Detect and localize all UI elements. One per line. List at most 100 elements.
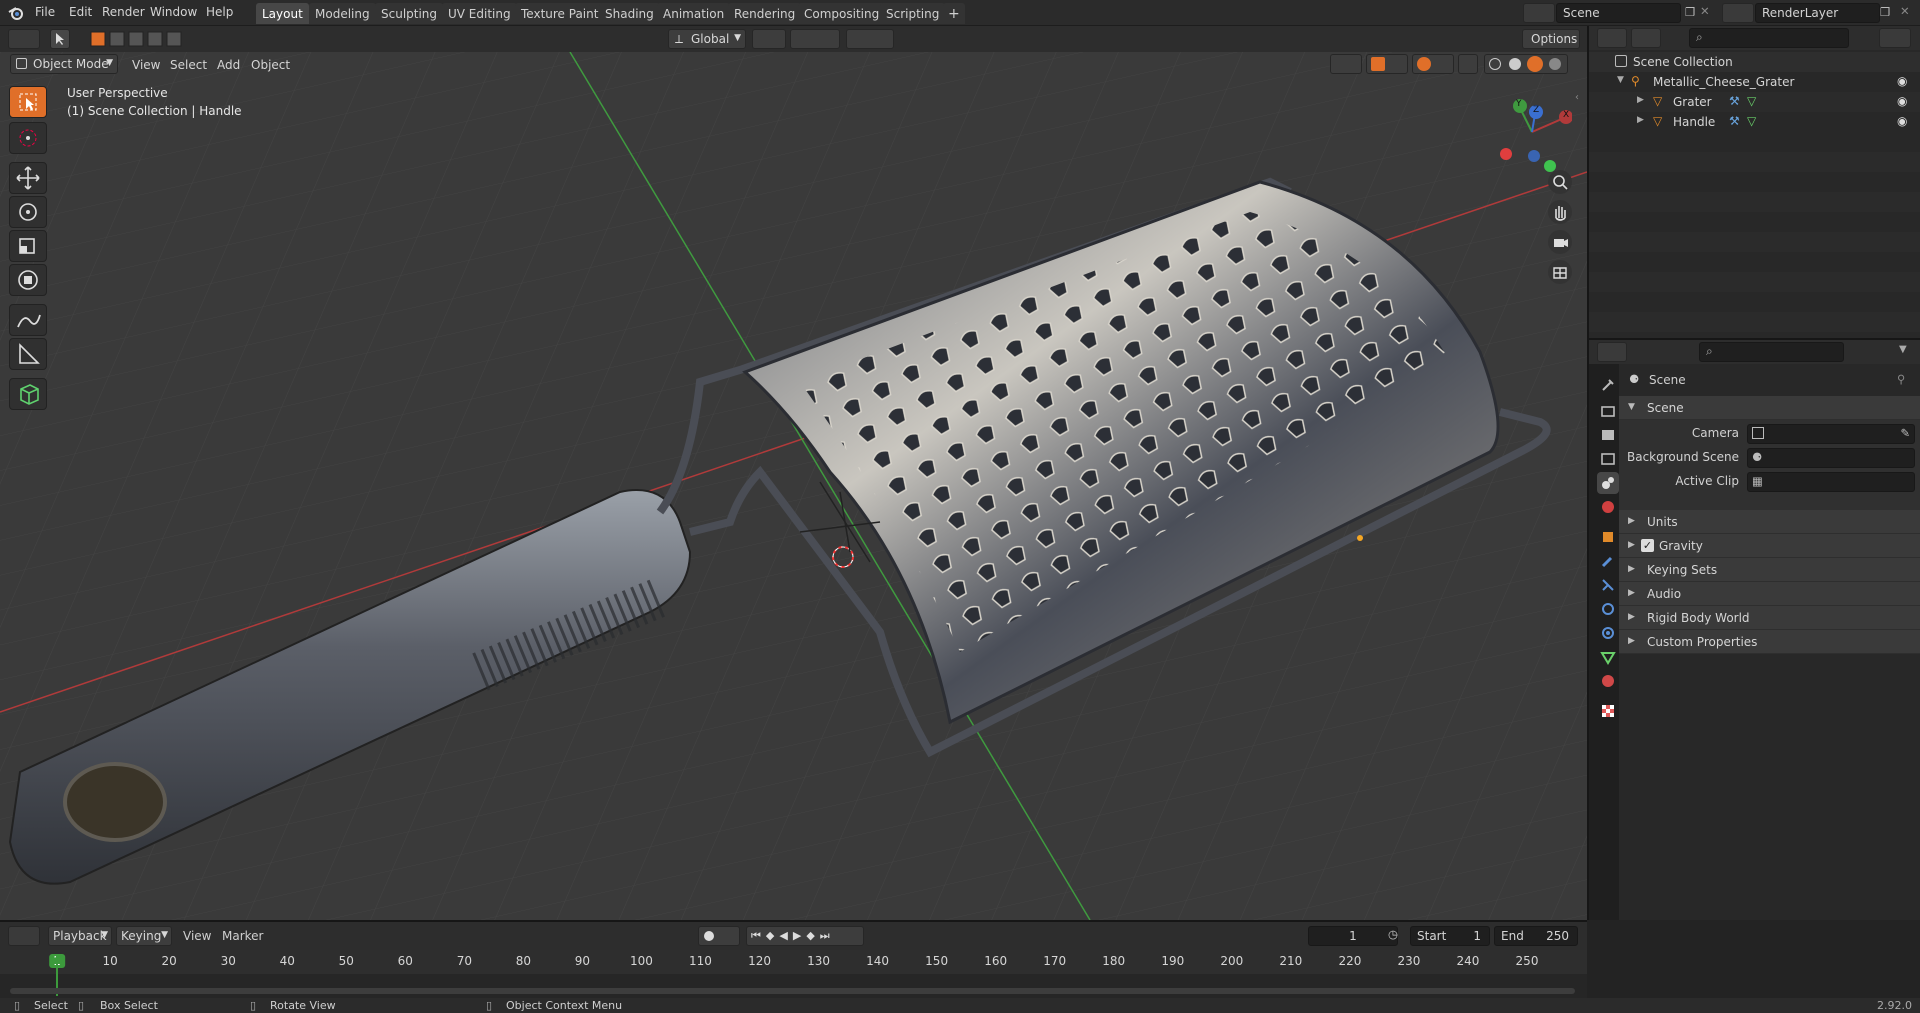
proportional-editing-button[interactable] [846, 29, 894, 49]
frame-ruler[interactable]: 1102030405060708090100110120130140150160… [0, 950, 1587, 974]
end-frame-field[interactable]: End 250 [1494, 926, 1578, 946]
solid-shading-icon[interactable] [1509, 58, 1521, 70]
move-tool[interactable] [9, 162, 47, 194]
pan-hand-icon[interactable] [1548, 200, 1572, 224]
expand-arrow-icon[interactable]: ▼ [1617, 75, 1624, 85]
tab-uv-editing[interactable]: UV Editing [442, 3, 517, 24]
properties-search-input[interactable]: ⌕ [1699, 342, 1844, 362]
shading-mode-buttons[interactable] [1484, 54, 1568, 74]
options-dropdown[interactable]: Options [1522, 29, 1580, 49]
visibility-dropdown[interactable] [1330, 54, 1362, 74]
keying-dropdown[interactable]: Keying ▼ [116, 926, 172, 946]
outliner-row-handle[interactable]: ▶ ▽ Handle ⚒ ▽ ◉ [1589, 112, 1920, 132]
tab-scripting[interactable]: Scripting [880, 3, 946, 24]
menu-window[interactable]: Window [150, 5, 197, 19]
xray-toggle[interactable] [1458, 54, 1478, 74]
add-workspace-button[interactable]: + [943, 3, 965, 24]
annotate-tool[interactable] [9, 304, 47, 336]
visibility-eye-icon[interactable]: ◉ [1897, 74, 1907, 88]
outliner-editor-type-icon[interactable] [1597, 28, 1627, 48]
scene-panel-header[interactable]: ▼ Scene [1619, 396, 1920, 420]
custom-properties-panel-header[interactable]: ▶ Custom Properties [1619, 630, 1920, 654]
new-view-layer-icon[interactable]: ❐ [1880, 5, 1890, 19]
visibility-eye-icon[interactable]: ◉ [1897, 114, 1907, 128]
object-mode-dropdown[interactable]: Object Mode ▼ [10, 54, 118, 74]
preview-range-icon[interactable]: ◷ [1388, 927, 1398, 941]
timeline-marker-menu[interactable]: Marker [222, 929, 263, 943]
select-box-tool[interactable] [9, 86, 47, 118]
menu-view[interactable]: View [132, 58, 160, 72]
physics-tab-icon[interactable] [1597, 598, 1619, 620]
menu-object[interactable]: Object [251, 58, 290, 72]
wireframe-shading-icon[interactable] [1489, 58, 1501, 70]
units-panel-header[interactable]: ▶ Units [1619, 510, 1920, 534]
next-keyframe-icon[interactable]: ◆ [806, 929, 819, 942]
scene-tab-icon[interactable] [1597, 472, 1619, 494]
play-icon[interactable]: ▶ [793, 929, 806, 942]
menu-help[interactable]: Help [206, 5, 233, 19]
gizmo-toggle[interactable] [1366, 54, 1408, 74]
active-clip-field[interactable]: ▦ [1747, 472, 1915, 492]
texture-tab-icon[interactable] [1597, 700, 1619, 722]
tab-layout[interactable]: Layout [256, 3, 309, 24]
tab-shading[interactable]: Shading [599, 3, 660, 24]
tool-tab-icon[interactable] [1597, 374, 1619, 396]
start-frame-field[interactable]: Start 1 [1410, 926, 1490, 946]
object-tab-icon[interactable] [1597, 526, 1619, 548]
record-button[interactable] [698, 926, 740, 946]
rigid-body-world-panel-header[interactable]: ▶ Rigid Body World [1619, 606, 1920, 630]
editor-type-icon[interactable] [8, 29, 40, 49]
properties-editor-type-icon[interactable] [1597, 342, 1627, 362]
zoom-icon[interactable] [1548, 170, 1572, 194]
tab-rendering[interactable]: Rendering [728, 3, 802, 24]
outliner-search-input[interactable]: ⌕ [1689, 28, 1849, 48]
measure-tool[interactable] [9, 338, 47, 370]
delete-scene-icon[interactable]: ✕ [1700, 4, 1710, 18]
transform-tool[interactable] [9, 264, 47, 296]
scale-tool[interactable] [9, 230, 47, 262]
prev-keyframe-icon[interactable]: ◆ [766, 929, 779, 942]
scene-name-field[interactable]: Scene [1556, 3, 1681, 23]
world-tab-icon[interactable] [1597, 496, 1619, 518]
keying-sets-panel-header[interactable]: ▶ Keying Sets [1619, 558, 1920, 582]
tab-animation[interactable]: Animation [657, 3, 731, 24]
view-layer-selector-icon[interactable] [1722, 3, 1754, 23]
material-shading-icon[interactable] [1527, 56, 1543, 72]
snap-dropdown[interactable] [790, 29, 840, 49]
timeline-view-menu[interactable]: View [183, 929, 211, 943]
add-cube-tool[interactable] [9, 378, 47, 410]
camera-field[interactable]: ✎ [1747, 424, 1915, 444]
visibility-eye-icon[interactable]: ◉ [1897, 94, 1907, 108]
playback-controls[interactable]: ⏮◆◀▶◆⏭ [746, 926, 864, 946]
scene-selector-icon[interactable] [1523, 3, 1555, 23]
gravity-panel-header[interactable]: ▶ ✓ Gravity [1619, 534, 1920, 558]
timeline-editor-type-icon[interactable] [8, 926, 40, 946]
sidebar-toggle-icon[interactable]: ‹ [1575, 92, 1579, 103]
jump-end-icon[interactable]: ⏭ [820, 929, 835, 942]
outliner-row-grater[interactable]: ▶ ▽ Grater ⚒ ▽ ◉ [1589, 92, 1920, 112]
menu-render[interactable]: Render [102, 5, 145, 19]
rotate-tool[interactable] [9, 196, 47, 228]
audio-panel-header[interactable]: ▶ Audio [1619, 582, 1920, 606]
background-scene-field[interactable]: ⚈ [1747, 448, 1915, 468]
new-scene-icon[interactable]: ❐ [1685, 5, 1695, 19]
outliner-row-collection[interactable]: ▼ ⚲ Metallic_Cheese_Grater ◉ [1589, 72, 1920, 92]
blender-logo-icon[interactable] [8, 5, 24, 21]
menu-add[interactable]: Add [217, 58, 240, 72]
modifier-tab-icon[interactable] [1597, 550, 1619, 572]
constraints-tab-icon[interactable] [1597, 622, 1619, 644]
perspective-toggle-icon[interactable] [1548, 260, 1572, 284]
render-tab-icon[interactable] [1597, 400, 1619, 422]
3d-viewport[interactable]: User Perspective (1) Scene Collection | … [0, 52, 1587, 920]
outliner-row-scene-collection[interactable]: Scene Collection [1589, 52, 1920, 72]
cursor-tool[interactable] [9, 122, 47, 154]
current-frame-field[interactable]: 1 [1308, 926, 1398, 946]
eyedropper-icon[interactable]: ✎ [1900, 426, 1910, 440]
data-tab-icon[interactable] [1597, 646, 1619, 668]
output-tab-icon[interactable] [1597, 424, 1619, 446]
rendered-shading-icon[interactable] [1549, 58, 1561, 70]
tab-modeling[interactable]: Modeling [309, 3, 376, 24]
navigation-gizmo[interactable]: Y Z X [1492, 92, 1572, 172]
play-reverse-icon[interactable]: ◀ [779, 929, 792, 942]
orientation-dropdown[interactable]: Global ⟂ ▼ [668, 29, 746, 49]
